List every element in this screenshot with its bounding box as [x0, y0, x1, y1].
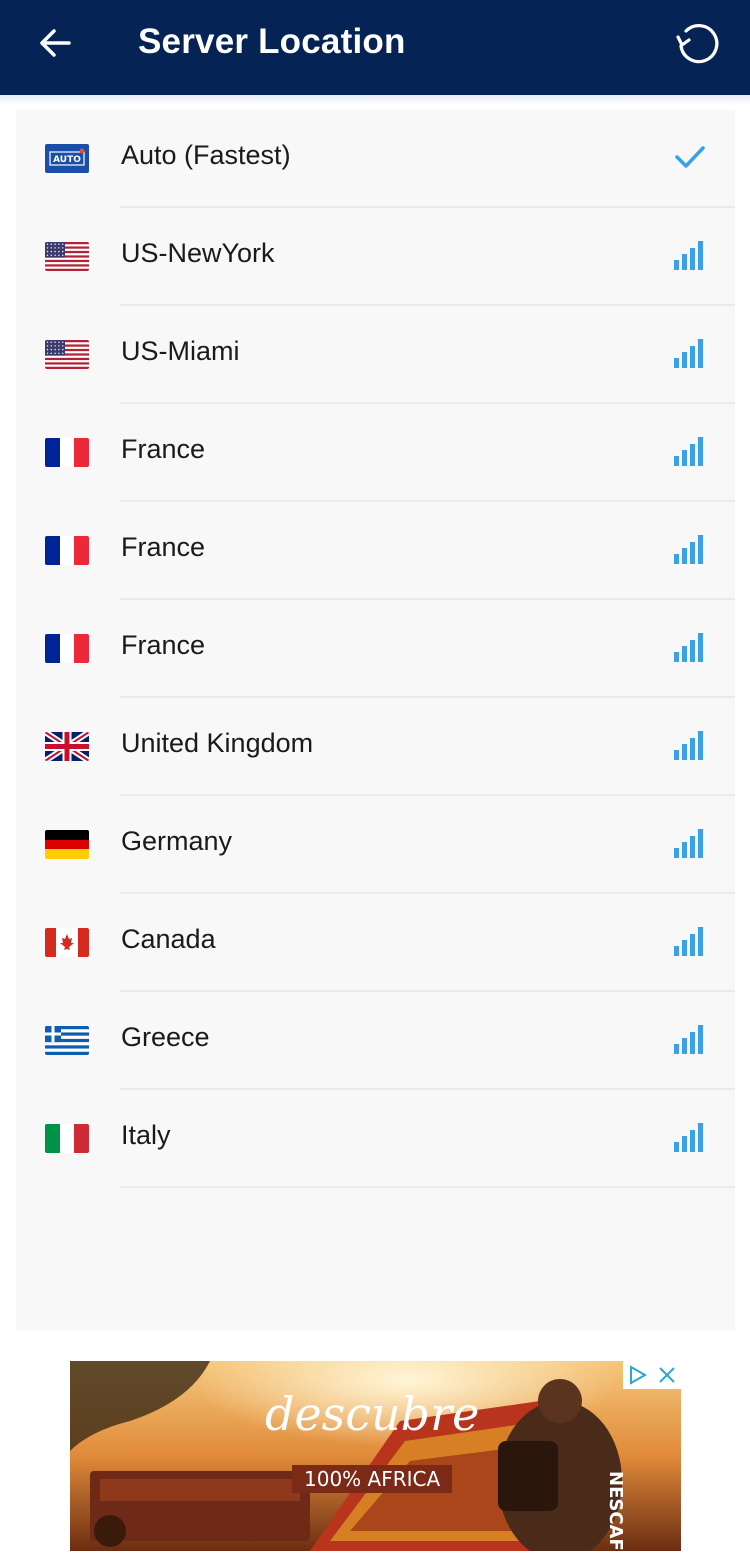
- server-row[interactable]: AUTO Auto (Fastest): [16, 110, 735, 208]
- server-name: Greece: [121, 1022, 210, 1052]
- ad-controls: [623, 1361, 681, 1389]
- ad-brand: NESCAFÉ: [605, 1471, 626, 1551]
- server-name: Germany: [121, 826, 233, 856]
- svg-text:AUTO: AUTO: [53, 155, 81, 165]
- refresh-button[interactable]: [672, 18, 724, 70]
- server-row[interactable]: United Kingdom: [16, 698, 735, 796]
- signal-strength-icon: [673, 826, 707, 860]
- signal-strength-icon: [673, 924, 707, 958]
- signal-strength-icon: [673, 434, 707, 468]
- checkmark-icon: [673, 140, 707, 174]
- server-row[interactable]: Canada: [16, 894, 735, 992]
- server-name: France: [121, 532, 206, 562]
- signal-strength-icon: [673, 728, 707, 762]
- server-row[interactable]: France: [16, 404, 735, 502]
- server-name: France: [121, 434, 206, 464]
- flag-it-icon: [45, 1124, 89, 1153]
- server-row[interactable]: France: [16, 600, 735, 698]
- arrow-left-icon: [40, 29, 71, 57]
- ad-headline: descubre: [265, 1387, 480, 1441]
- ad-tagline: 100% AFRICA: [292, 1465, 453, 1493]
- flag-us-icon: [45, 242, 89, 271]
- flag-us-icon: [45, 340, 89, 369]
- auto-badge-icon: AUTO: [45, 144, 89, 173]
- server-row[interactable]: Germany: [16, 796, 735, 894]
- server-name: France: [121, 630, 206, 660]
- server-row[interactable]: US-Miami: [16, 306, 735, 404]
- signal-strength-icon: [673, 238, 707, 272]
- signal-strength-icon: [673, 532, 707, 566]
- signal-strength-icon: [673, 336, 707, 370]
- adchoices-icon[interactable]: [627, 1365, 649, 1385]
- flag-fr-icon: [45, 438, 89, 467]
- page-title: Server Location: [138, 22, 406, 61]
- refresh-icon: [676, 24, 719, 64]
- flag-uk-icon: [45, 732, 89, 761]
- signal-strength-icon: [673, 630, 707, 664]
- flag-fr-icon: [45, 536, 89, 565]
- flag-de-icon: [45, 830, 89, 859]
- server-list: AUTO Auto (Fastest) US-NewYork US-Miami …: [16, 110, 735, 1330]
- server-name: Italy: [121, 1120, 171, 1150]
- server-row[interactable]: Greece: [16, 992, 735, 1090]
- row-divider: [120, 1186, 735, 1188]
- server-name: Auto (Fastest): [121, 140, 291, 170]
- server-name: US-NewYork: [121, 238, 275, 268]
- flag-ca-icon: [45, 928, 89, 957]
- server-name: United Kingdom: [121, 728, 314, 758]
- ad-banner[interactable]: descubre 100% AFRICA NESCAFÉ: [70, 1361, 681, 1551]
- app-header: Server Location: [0, 0, 750, 95]
- flag-fr-icon: [45, 634, 89, 663]
- server-name: US-Miami: [121, 336, 240, 366]
- server-row[interactable]: France: [16, 502, 735, 600]
- signal-strength-icon: [673, 1120, 707, 1154]
- flag-gr-icon: [45, 1026, 89, 1055]
- header-shadow: [0, 95, 750, 105]
- server-row[interactable]: US-NewYork: [16, 208, 735, 306]
- back-button[interactable]: [28, 20, 82, 66]
- server-row[interactable]: Italy: [16, 1090, 735, 1188]
- close-icon[interactable]: [657, 1365, 677, 1385]
- server-name: Canada: [121, 924, 216, 954]
- signal-strength-icon: [673, 1022, 707, 1056]
